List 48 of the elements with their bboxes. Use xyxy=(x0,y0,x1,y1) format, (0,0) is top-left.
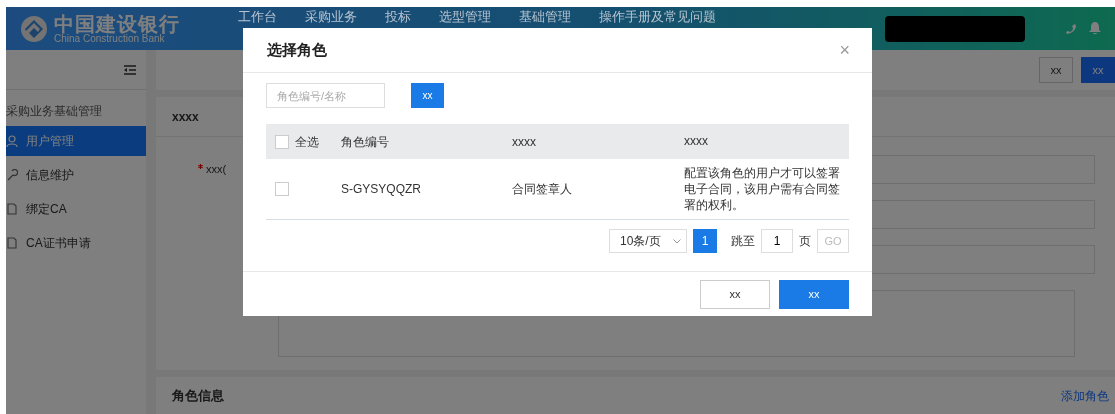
user-icon xyxy=(6,135,18,147)
modal-title: 选择角色 xyxy=(267,39,327,60)
phone-icon[interactable] xyxy=(1065,22,1077,35)
page-unit-label: 页 xyxy=(799,233,811,250)
table-cell-text: 配置该角色的用户才可以签署电子合同，该用户需有合同签署的权利。 xyxy=(684,164,841,214)
nav-link[interactable]: 选型管理 xyxy=(439,9,491,24)
sidebar-section-title: 采购业务基础管理 xyxy=(6,103,103,120)
sidebar-item[interactable]: CA证书申请 xyxy=(6,228,146,258)
checkbox[interactable] xyxy=(275,182,289,196)
menu-collapse-icon[interactable] xyxy=(124,64,136,75)
nav-link[interactable]: 操作手册及常见问题 xyxy=(599,9,716,24)
bell-icon[interactable] xyxy=(1089,22,1101,35)
checkbox[interactable] xyxy=(275,134,289,149)
search-button[interactable]: xx xyxy=(411,83,444,108)
close-button[interactable]: × xyxy=(839,41,850,59)
dialog-button[interactable]: xx xyxy=(700,279,770,309)
sidebar-item[interactable]: 信息维护 xyxy=(6,160,146,190)
sidebar-item-label: 用户管理 xyxy=(26,133,74,150)
bank-logo-icon xyxy=(20,14,48,43)
sidebar-item-label: 信息维护 xyxy=(26,167,74,184)
sidebar-item[interactable]: 用户管理 xyxy=(6,126,146,156)
sidebar-item-label: 绑定CA xyxy=(26,201,67,218)
chevron-down-icon xyxy=(673,238,681,244)
wrench-icon xyxy=(6,169,18,181)
nav-link[interactable]: 工作台 xyxy=(238,9,277,24)
nav-link[interactable]: 投标 xyxy=(385,9,411,24)
dialog-button[interactable]: xx xyxy=(779,279,849,309)
nav-link[interactable]: 采购业务 xyxy=(305,9,357,24)
jump-label: 跳至 xyxy=(731,233,755,250)
document-icon xyxy=(6,237,18,249)
bank-name: 中国建设银行 xyxy=(54,13,180,34)
document-icon xyxy=(6,203,18,215)
card-title: 角色信息 xyxy=(172,386,224,405)
field-label: xxx( xyxy=(206,162,227,177)
toolbar-button[interactable]: xx xyxy=(1039,57,1073,83)
bank-english-name: China Construction Bank xyxy=(54,33,165,44)
page-input[interactable]: 1 xyxy=(761,229,793,253)
add-role-link[interactable]: 添加角色 xyxy=(1061,386,1109,405)
page-button[interactable]: 1 xyxy=(693,229,717,253)
page-size-value: 10条/页 xyxy=(620,233,661,250)
table-cell: 合同签章人 xyxy=(512,182,572,196)
page-size-select[interactable]: 10条/页 xyxy=(609,229,687,253)
table-cell: S-GYSYQQZR xyxy=(341,182,421,196)
sidebar-item-label: CA证书申请 xyxy=(26,235,91,252)
sidebar-item[interactable]: 绑定CA xyxy=(6,194,146,224)
nav-link[interactable]: 基础管理 xyxy=(519,9,571,24)
toolbar-button[interactable]: xx xyxy=(1081,57,1115,83)
search-field[interactable]: 角色编号/名称 xyxy=(266,83,385,108)
